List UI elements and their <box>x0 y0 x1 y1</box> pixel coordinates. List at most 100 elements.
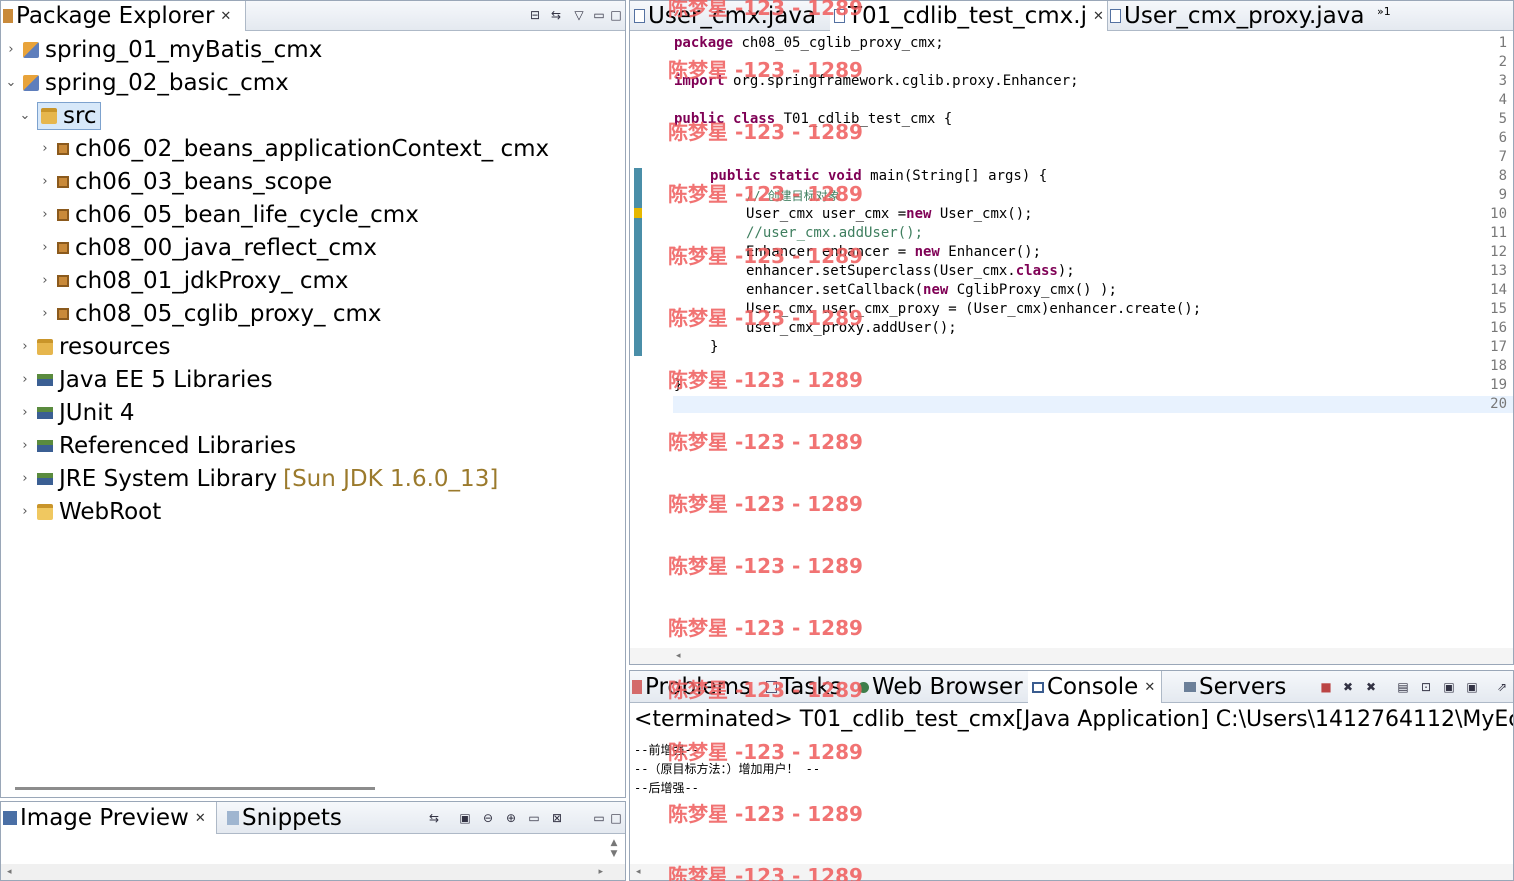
close-icon[interactable]: ✕ <box>1093 9 1104 24</box>
expand-arrow-icon[interactable]: › <box>17 504 33 519</box>
code-line-9[interactable]: // 创建目标对象 <box>746 187 840 204</box>
collapse-all-icon[interactable]: ⊟ <box>527 7 543 23</box>
close-icon[interactable]: ✕ <box>1144 680 1155 695</box>
code-line-17[interactable]: } <box>710 339 718 355</box>
terminate-icon[interactable]: ■ <box>1318 679 1334 695</box>
code-line-14[interactable]: enhancer.setCallback(new CglibProxy_cmx(… <box>746 282 1117 298</box>
tab-t01-cdlib-test[interactable]: T01_cdlib_test_cmx.j ✕ <box>830 1 1108 31</box>
tab-image-preview[interactable]: Image Preview ✕ <box>1 802 217 834</box>
code-line-12[interactable]: Enhancer enhancer = new Enhancer(); <box>746 244 1041 260</box>
tree-item-junit[interactable]: › JUnit 4 <box>17 396 134 429</box>
tab-package-explorer[interactable]: Package Explorer ✕ <box>1 1 246 31</box>
line-number-1: 1 <box>1498 35 1507 51</box>
tree-item-resources[interactable]: › resources <box>17 330 170 363</box>
open-console-icon[interactable]: ⇗ <box>1494 679 1510 695</box>
expand-arrow-icon[interactable]: › <box>17 339 33 354</box>
tab-servers[interactable]: Servers <box>1184 671 1286 703</box>
tab-label: Web Browser <box>872 674 1023 700</box>
expand-arrow-icon[interactable]: › <box>3 42 19 57</box>
expand-arrow-icon[interactable]: › <box>17 405 33 420</box>
code-line-5[interactable]: public class T01_cdlib_test_cmx { <box>674 111 952 127</box>
image-icon <box>3 811 17 825</box>
tab-user-cmx-proxy[interactable]: User_cmx_proxy.java <box>1110 1 1370 31</box>
tree-item-referenced-libraries[interactable]: › Referenced Libraries <box>17 429 296 462</box>
tree-item-package[interactable]: › ch08_00_java_reflect_cmx <box>37 231 377 264</box>
minimize-icon[interactable]: ▭ <box>591 7 607 23</box>
close-icon[interactable]: ✕ <box>195 811 206 826</box>
view-menu-icon[interactable]: ▽ <box>571 7 587 23</box>
line-number-11: 11 <box>1490 225 1507 241</box>
preview-hscroll[interactable]: ◂ ▸ <box>1 864 625 880</box>
vertical-scrollbar[interactable]: ▲ ▼ <box>609 838 619 862</box>
expand-arrow-icon[interactable]: › <box>37 174 53 189</box>
tab-user-cmx[interactable]: User_cmx.java <box>634 1 830 31</box>
fit-window-icon[interactable]: ⊠ <box>549 810 565 826</box>
expand-arrow-icon[interactable]: › <box>37 207 53 222</box>
tasks-icon <box>766 681 777 693</box>
tree-item-src[interactable]: ⌄ src <box>17 99 101 132</box>
tab-snippets[interactable]: Snippets <box>227 802 342 834</box>
package-icon <box>57 307 69 320</box>
code-line-13[interactable]: enhancer.setSuperclass(User_cmx.class); <box>746 263 1075 279</box>
maximize-icon[interactable]: □ <box>608 7 624 23</box>
zoom-out-icon[interactable]: ⊖ <box>480 810 496 826</box>
tree-item-jre-library[interactable]: › JRE System Library [Sun JDK 1.6.0_13] <box>17 462 498 495</box>
java-file-icon <box>834 9 845 23</box>
collapse-arrow-icon[interactable]: ⌄ <box>17 108 33 123</box>
tab-overflow-button[interactable]: »1 <box>1377 5 1391 18</box>
minimize-icon[interactable]: ▭ <box>591 810 607 826</box>
expand-arrow-icon[interactable]: › <box>37 273 53 288</box>
code-line-10[interactable]: User_cmx user_cmx =new User_cmx(); <box>746 206 1033 222</box>
expand-arrow-icon[interactable]: › <box>17 471 33 486</box>
expand-arrow-icon[interactable]: › <box>17 372 33 387</box>
editor-hscroll[interactable]: ◂ <box>630 648 1513 664</box>
tab-web-browser[interactable]: Web Browser <box>858 671 1023 703</box>
tree-item-package[interactable]: › ch08_01_jdkProxy_ cmx <box>37 264 349 297</box>
expand-arrow-icon[interactable]: › <box>37 141 53 156</box>
tree-item-javaee-libraries[interactable]: › Java EE 5 Libraries <box>17 363 272 396</box>
tree-item-package[interactable]: › ch08_05_cglib_proxy_ cmx <box>37 297 381 330</box>
zoom-in-icon[interactable]: ⊕ <box>503 810 519 826</box>
sync-icon[interactable]: ⇆ <box>426 810 442 826</box>
tree-item-webroot[interactable]: › WebRoot <box>17 495 161 528</box>
expand-arrow-icon[interactable]: › <box>37 240 53 255</box>
code-line-1[interactable]: package ch08_05_cglib_proxy_cmx; <box>674 35 944 51</box>
expand-arrow-icon[interactable]: › <box>37 306 53 321</box>
tree-item-project-2[interactable]: ⌄ spring_02_basic_cmx <box>3 66 289 99</box>
tree-item-package[interactable]: › ch06_02_beans_applicationContext_ cmx <box>37 132 549 165</box>
code-line-19[interactable]: } <box>674 377 682 393</box>
package-label: ch08_01_jdkProxy_ cmx <box>75 267 349 294</box>
tab-console[interactable]: Console ✕ <box>1028 671 1163 703</box>
tree-item-package[interactable]: › ch06_03_beans_scope <box>37 165 332 198</box>
collapse-arrow-icon[interactable]: ⌄ <box>3 75 19 90</box>
expand-arrow-icon[interactable]: › <box>17 438 33 453</box>
code-line-15[interactable]: User_cmx user_cmx_proxy = (User_cmx)enha… <box>746 301 1201 317</box>
code-line-3[interactable]: import org.springframework.cglib.proxy.E… <box>674 73 1079 89</box>
package-explorer-tabbar: Package Explorer ✕ ⊟ ⇆ ▽ ▭ □ <box>1 1 625 31</box>
tab-tasks[interactable]: Tasks <box>766 671 842 703</box>
remove-launch-icon[interactable]: ✖ <box>1340 679 1356 695</box>
clear-console-icon[interactable]: ▤ <box>1395 679 1411 695</box>
link-with-editor-icon[interactable]: ⇆ <box>548 7 564 23</box>
code-line-8[interactable]: public static void main(String[] args) { <box>710 168 1047 184</box>
code-text: User_cmx(); <box>931 206 1033 222</box>
close-icon[interactable]: ✕ <box>220 9 231 24</box>
code-text: T01_cdlib_test_cmx { <box>775 111 953 127</box>
actual-size-icon[interactable]: ▭ <box>526 810 542 826</box>
scroll-lock-icon[interactable]: ⊡ <box>1418 679 1434 695</box>
java-file-icon <box>1110 9 1121 23</box>
code-line-11[interactable]: //user_cmx.addUser(); <box>746 225 923 241</box>
tree-item-project-1[interactable]: › spring_01_myBatis_cmx <box>3 33 322 66</box>
remove-all-icon[interactable]: ✖ <box>1363 679 1379 695</box>
tab-problems[interactable]: Problems <box>632 671 751 703</box>
warning-marker-icon[interactable] <box>634 208 642 218</box>
pin-console-icon[interactable]: ▣ <box>1441 679 1457 695</box>
fit-icon[interactable]: ▣ <box>457 810 473 826</box>
console-hscroll[interactable]: ◂ <box>630 864 1513 880</box>
display-console-icon[interactable]: ▣ <box>1464 679 1480 695</box>
tree-item-package[interactable]: › ch06_05_bean_life_cycle_cmx <box>37 198 418 231</box>
horizontal-scrollbar[interactable] <box>15 787 375 790</box>
maximize-icon[interactable]: □ <box>608 810 624 826</box>
src-selection[interactable]: src <box>37 101 101 130</box>
code-line-16[interactable]: user_cmx_proxy.addUser(); <box>746 320 957 336</box>
